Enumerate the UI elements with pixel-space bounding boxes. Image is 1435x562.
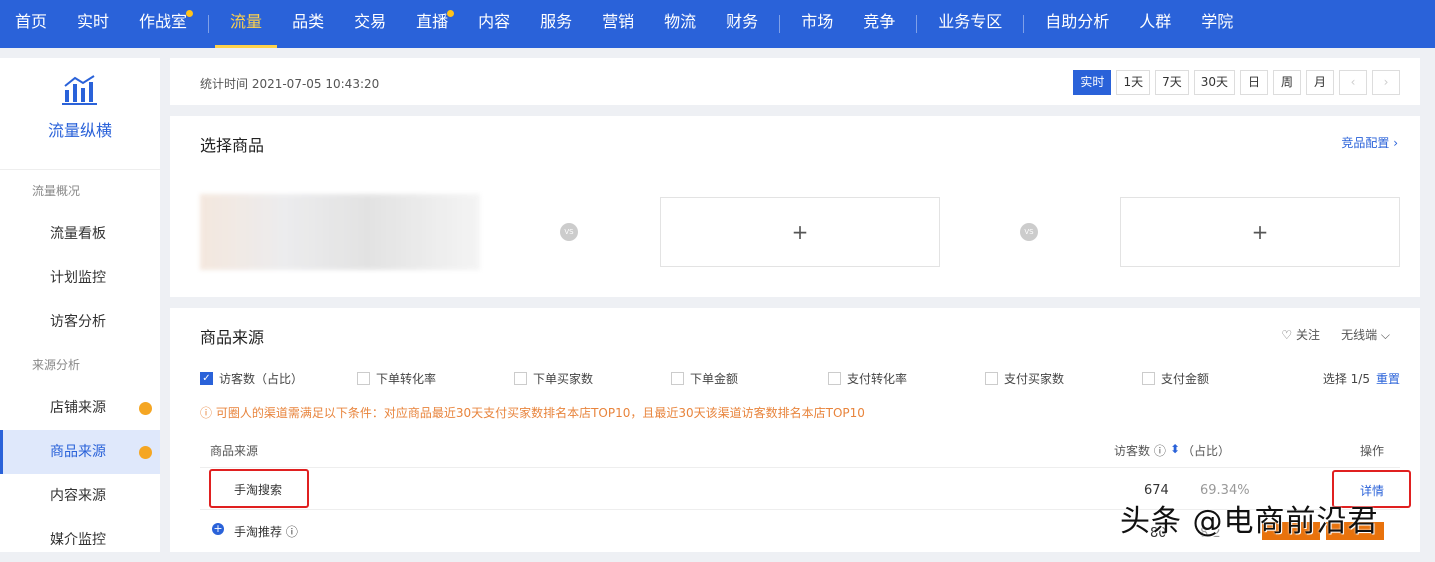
sidebar-group-overview: 流量概况: [32, 184, 81, 198]
notification-dot: [447, 10, 455, 17]
range-selector: 实时 1天 7天 30天日周月 ‹ ›: [1073, 70, 1400, 95]
nav-item[interactable]: 市场: [786, 0, 848, 48]
nav-item[interactable]: 物流: [649, 0, 711, 48]
checkbox-icon[interactable]: [357, 372, 370, 385]
range-button[interactable]: 周: [1273, 70, 1301, 95]
select-product-card: 选择商品 竞品配置 › VS + VS +: [170, 116, 1420, 297]
metric-checkbox[interactable]: ✓ 访客数（占比）: [200, 370, 303, 387]
vs-icon: VS: [560, 223, 578, 241]
checkbox-icon[interactable]: [671, 372, 684, 385]
notification-dot: [186, 10, 194, 17]
nav-item[interactable]: 学院: [1186, 0, 1248, 48]
metric-checkbox[interactable]: 支付买家数: [985, 370, 1064, 387]
top-nav: 首页 实时 作战室 流量 品类 交易 直播 内容 服务 营销 物流 财务 市场 竞争 业务专区 自助分析 人群学…: [0, 0, 1435, 48]
sort-icon[interactable]: ⬍: [1170, 442, 1180, 456]
nav-item[interactable]: 流量: [215, 0, 278, 48]
col-visitors[interactable]: 访客数 ⓘ: [1114, 442, 1166, 459]
stat-time: 统计时间 2021-07-05 10:43:20: [200, 77, 380, 91]
label: 店铺来源: [50, 400, 106, 416]
nav-item[interactable]: 直播: [401, 0, 463, 48]
vs-icon: VS: [1020, 223, 1038, 241]
reset-link[interactable]: 重置: [1376, 370, 1400, 387]
section-title: 商品来源: [200, 328, 265, 347]
nav-item[interactable]: 品类: [277, 0, 339, 48]
condition-note: ⓘ 可圈人的渠道需满足以下条件：对应商品最近30天支付买家数排名本店TOP10，…: [200, 406, 865, 420]
checkbox-icon[interactable]: [985, 372, 998, 385]
metric-checkbox[interactable]: 下单买家数: [514, 370, 593, 387]
metric-label: 支付买家数: [1004, 372, 1065, 386]
nav-divider: [916, 15, 918, 33]
nav-item[interactable]: 财务: [711, 0, 773, 48]
col-source: 商品来源: [210, 444, 259, 458]
metric-checkbox[interactable]: 下单金额: [671, 370, 738, 387]
nav-item[interactable]: 实时: [62, 0, 124, 48]
source-name: 手淘推荐 ⓘ: [234, 525, 298, 539]
nav-item[interactable]: 首页: [0, 0, 62, 48]
nav-item[interactable]: 作战室: [124, 0, 202, 48]
range-button[interactable]: 日: [1240, 70, 1268, 95]
next-button[interactable]: ›: [1372, 70, 1400, 95]
competitor-config-link[interactable]: 竞品配置 ›: [1341, 134, 1398, 151]
expand-icon[interactable]: +: [212, 523, 224, 535]
time-bar: 统计时间 2021-07-05 10:43:20 实时 1天 7天 30天日周月 ‹ ›: [170, 58, 1420, 105]
sidebar-item-content-source[interactable]: 内容来源: [0, 474, 160, 518]
range-button[interactable]: 月: [1306, 70, 1334, 95]
nav-divider: [779, 15, 781, 33]
metric-checkbox[interactable]: 支付转化率: [828, 370, 907, 387]
nav-item[interactable]: 服务: [525, 0, 587, 48]
nav-item[interactable]: 竞争: [848, 0, 910, 48]
metric-label: 下单金额: [690, 372, 739, 386]
sidebar-title: 流量纵横: [47, 121, 112, 140]
metric-label: 下单转化率: [376, 372, 437, 386]
sidebar-item-visitor-analysis[interactable]: 访客分析: [0, 300, 160, 344]
watermark: 头条 @电商前沿君: [1120, 504, 1379, 539]
badge-dot: [139, 402, 152, 415]
checkbox-icon[interactable]: [514, 372, 527, 385]
nav-item[interactable]: 内容: [463, 0, 525, 48]
label: 商品来源: [50, 444, 106, 460]
sidebar-item-plan-monitor[interactable]: 计划监控: [0, 256, 160, 300]
sidebar-group-source: 来源分析: [32, 358, 81, 372]
nav-item[interactable]: 人群: [1124, 0, 1186, 48]
col-action: 操作: [1360, 444, 1385, 458]
device-dropdown[interactable]: 无线端 ⌵: [1341, 326, 1390, 343]
product-thumbnail-blurred[interactable]: [200, 194, 480, 270]
metric-label: 支付金额: [1161, 372, 1210, 386]
metric-label: 下单买家数: [533, 372, 594, 386]
checkbox-icon[interactable]: [828, 372, 841, 385]
checkbox-icon[interactable]: [1142, 372, 1155, 385]
sidebar-logo: 流量纵横: [0, 58, 160, 170]
add-product-button[interactable]: +: [1120, 197, 1400, 267]
nav-item[interactable]: 营销: [587, 0, 649, 48]
sidebar-item-shop-source[interactable]: 店铺来源: [0, 386, 160, 430]
nav-item[interactable]: 交易: [339, 0, 401, 48]
prev-button[interactable]: ‹: [1339, 70, 1367, 95]
add-product-button[interactable]: +: [660, 197, 940, 267]
sidebar-item-product-source[interactable]: 商品来源: [0, 430, 160, 474]
metric-checkbox[interactable]: 下单转化率: [357, 370, 436, 387]
chart-growth-icon: [62, 75, 97, 105]
checkbox-icon[interactable]: ✓: [200, 372, 213, 385]
range-button[interactable]: 1天: [1116, 70, 1151, 95]
section-title: 选择商品: [200, 136, 265, 155]
sidebar-item-dashboard[interactable]: 流量看板: [0, 212, 160, 256]
metric-label: 支付转化率: [847, 372, 908, 386]
highlight-box: [209, 469, 309, 508]
nav-divider: [208, 15, 210, 33]
metric-label: 访客数（占比）: [219, 372, 304, 386]
col-ratio: （占比）: [1182, 444, 1231, 458]
nav-divider: [1023, 15, 1025, 33]
sidebar: 流量纵横 流量概况 流量看板 计划监控 访客分析 来源分析 店铺来源 商品来源 …: [0, 58, 160, 552]
range-button[interactable]: 实时: [1073, 70, 1112, 95]
range-button[interactable]: 30天: [1193, 70, 1235, 95]
badge-dot: [139, 446, 152, 459]
sidebar-item-media-monitor[interactable]: 媒介监控: [0, 518, 160, 562]
metric-checkbox[interactable]: 支付金额: [1142, 370, 1209, 387]
follow-button[interactable]: ♡ 关注: [1281, 326, 1320, 343]
range-button[interactable]: 7天: [1155, 70, 1189, 95]
nav-item[interactable]: 业务专区: [923, 0, 1017, 48]
nav-item[interactable]: 自助分析: [1030, 0, 1124, 48]
select-count: 选择 1/5: [1322, 372, 1370, 386]
